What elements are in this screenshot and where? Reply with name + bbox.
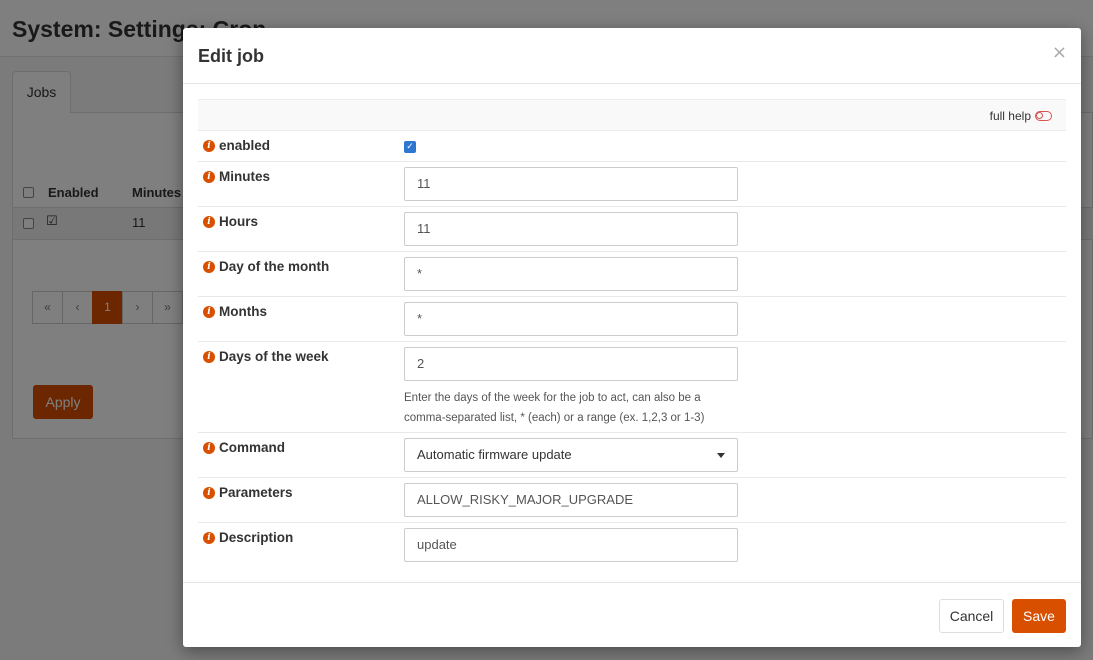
row-day-of-month: i Day of the month * <box>198 252 1066 297</box>
close-icon[interactable]: × <box>1052 42 1067 63</box>
info-icon[interactable]: i <box>203 170 215 183</box>
label-description: i Description <box>203 530 293 545</box>
command-selected-value: Automatic firmware update <box>417 447 572 462</box>
info-icon[interactable]: i <box>203 139 215 152</box>
info-icon[interactable]: i <box>203 215 215 228</box>
days-of-week-input[interactable]: 2 <box>404 347 738 381</box>
minutes-input[interactable]: 11 <box>404 167 738 201</box>
row-command: i Command Automatic firmware update <box>198 433 1066 478</box>
days-of-week-hint: Enter the days of the week for the job t… <box>404 392 705 424</box>
label-hours: i Hours <box>203 214 258 229</box>
command-select[interactable]: Automatic firmware update <box>404 438 738 472</box>
toggle-off-icon[interactable] <box>1035 111 1052 121</box>
row-days-of-week: i Days of the week 2 Enter the days of t… <box>198 342 1066 433</box>
info-icon[interactable]: i <box>203 531 215 544</box>
row-minutes: i Minutes 11 <box>198 162 1066 207</box>
cancel-button[interactable]: Cancel <box>939 599 1004 633</box>
row-description: i Description update <box>198 523 1066 568</box>
label-months: i Months <box>203 304 267 319</box>
help-row: full help <box>198 99 1066 131</box>
months-input[interactable]: * <box>404 302 738 336</box>
parameters-input[interactable]: ALLOW_RISKY_MAJOR_UPGRADE <box>404 483 738 517</box>
info-icon[interactable]: i <box>203 441 215 454</box>
enabled-checkbox[interactable]: ✓ <box>404 141 416 153</box>
day-of-month-input[interactable]: * <box>404 257 738 291</box>
edit-job-dialog: Edit job × full help i enabled ✓ i Minut… <box>183 28 1081 647</box>
description-input[interactable]: update <box>404 528 738 562</box>
modal-title: Edit job <box>198 46 264 66</box>
label-minutes: i Minutes <box>203 169 270 184</box>
row-months: i Months * <box>198 297 1066 342</box>
info-icon[interactable]: i <box>203 305 215 318</box>
full-help-label: full help <box>989 109 1031 123</box>
info-icon[interactable]: i <box>203 260 215 273</box>
label-day-of-month: i Day of the month <box>203 259 329 274</box>
modal-header: Edit job × <box>183 28 1081 84</box>
edit-job-form: full help i enabled ✓ i Minutes 11 i Hou… <box>198 99 1066 568</box>
label-days-of-week: i Days of the week <box>203 349 329 364</box>
row-hours: i Hours 11 <box>198 207 1066 252</box>
hours-input[interactable]: 11 <box>404 212 738 246</box>
info-icon[interactable]: i <box>203 350 215 363</box>
chevron-down-icon <box>717 453 725 458</box>
label-parameters: i Parameters <box>203 485 293 500</box>
row-parameters: i Parameters ALLOW_RISKY_MAJOR_UPGRADE <box>198 478 1066 523</box>
label-enabled: i enabled <box>203 138 270 153</box>
save-button[interactable]: Save <box>1012 599 1066 633</box>
label-command: i Command <box>203 440 285 455</box>
full-help-toggle[interactable]: full help <box>990 109 1052 123</box>
modal-footer: Cancel Save <box>183 582 1081 647</box>
info-icon[interactable]: i <box>203 486 215 499</box>
row-enabled: i enabled ✓ <box>198 131 1066 162</box>
